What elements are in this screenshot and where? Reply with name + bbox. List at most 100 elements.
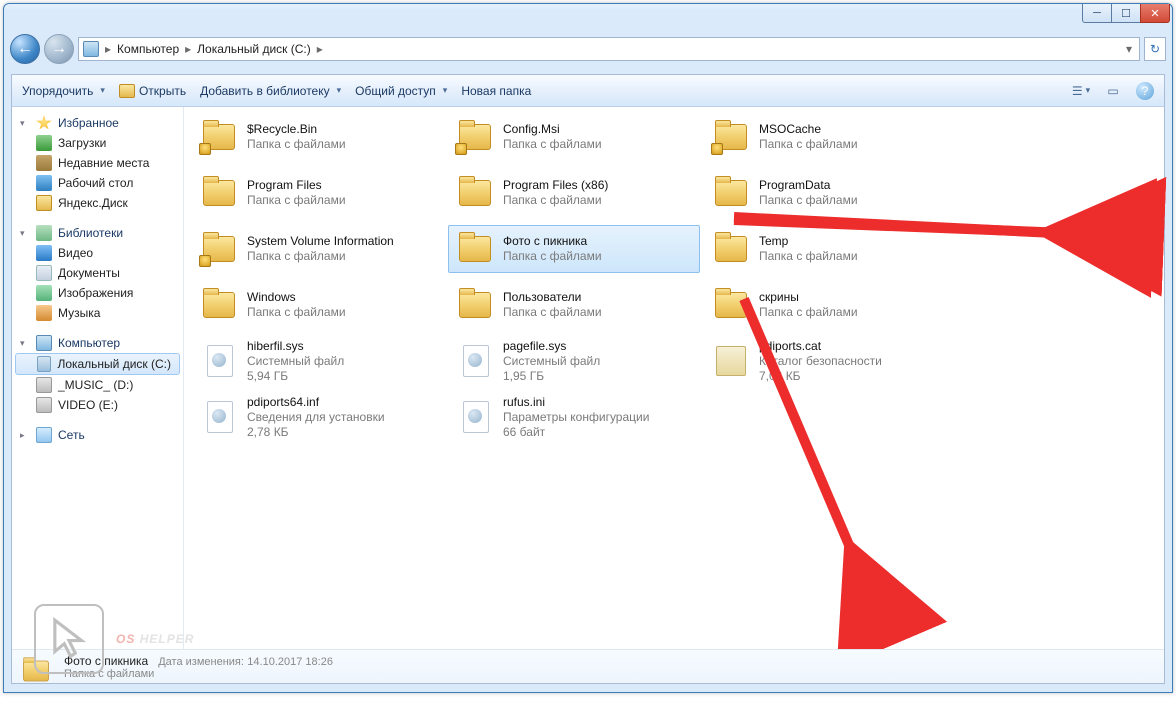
details-date: 14.10.2017 18:26 <box>247 656 333 668</box>
file-item[interactable]: pdiports64.infСведения для установки2,78… <box>192 393 444 441</box>
libraries-icon <box>36 225 52 241</box>
file-type: Папка с файлами <box>759 305 858 320</box>
computer-header[interactable]: ▾ Компьютер <box>12 333 183 353</box>
sidebar-item-yandexdisk[interactable]: Яндекс.Диск <box>12 193 183 213</box>
file-type: Папка с файлами <box>503 249 602 264</box>
file-size: 5,94 ГБ <box>247 369 344 384</box>
folder-icon <box>455 175 495 211</box>
libraries-label: Библиотеки <box>58 226 123 240</box>
file-item[interactable]: Фото с пикникаПапка с файлами <box>448 225 700 273</box>
file-type: Папка с файлами <box>247 193 346 208</box>
star-icon <box>36 115 52 131</box>
file-type: Папка с файлами <box>247 249 394 264</box>
sidebar-item-documents[interactable]: Документы <box>12 263 183 283</box>
minimize-button[interactable]: ─ <box>1082 4 1112 23</box>
file-item[interactable]: rufus.iniПараметры конфигурации66 байт <box>448 393 700 441</box>
file-type: Папка с файлами <box>247 137 346 152</box>
sidebar-item-desktop[interactable]: Рабочий стол <box>12 173 183 193</box>
nav-back-button[interactable]: ← <box>10 34 40 64</box>
file-item[interactable]: ПользователиПапка с файлами <box>448 281 700 329</box>
watermark-text: OS HELPER <box>116 632 194 646</box>
sidebar-item-downloads[interactable]: Загрузки <box>12 133 183 153</box>
system-file-icon <box>199 399 239 435</box>
network-header[interactable]: ▸ Сеть <box>12 425 183 445</box>
file-item[interactable]: pagefile.sysСистемный файл1,95 ГБ <box>448 337 700 385</box>
file-item[interactable]: ProgramDataПапка с файлами <box>704 169 956 217</box>
chevron-down-icon: ▾ <box>20 338 30 349</box>
breadcrumb-sep: ▸ <box>183 42 193 56</box>
computer-icon <box>36 335 52 351</box>
content-frame: Упорядочить Открыть Добавить в библиотек… <box>11 74 1165 684</box>
file-size: 7,06 КБ <box>759 369 882 384</box>
file-name: pdiports64.inf <box>247 395 385 410</box>
refresh-button[interactable]: ↻ <box>1144 37 1166 61</box>
file-size: 2,78 КБ <box>247 425 385 440</box>
folder-icon <box>199 175 239 211</box>
file-item[interactable]: WindowsПапка с файлами <box>192 281 444 329</box>
file-item[interactable]: Config.MsiПапка с файлами <box>448 113 700 161</box>
maximize-button[interactable]: ☐ <box>1111 4 1141 23</box>
folder-icon <box>711 287 751 323</box>
system-file-icon <box>455 399 495 435</box>
file-type: Сведения для установки <box>247 410 385 425</box>
address-dropdown-icon[interactable]: ▾ <box>1122 42 1136 56</box>
file-name: Temp <box>759 234 858 249</box>
file-name: MSOCache <box>759 122 858 137</box>
file-type: Папка с файлами <box>503 305 602 320</box>
folder-icon <box>199 287 239 323</box>
nav-forward-button[interactable]: → <box>44 34 74 64</box>
file-type: Папка с файлами <box>503 193 608 208</box>
help-button[interactable]: ? <box>1136 82 1154 100</box>
file-item[interactable]: скриныПапка с файлами <box>704 281 956 329</box>
organize-menu[interactable]: Упорядочить <box>22 84 105 98</box>
file-item[interactable]: Program Files (x86)Папка с файлами <box>448 169 700 217</box>
sidebar-item-video-e[interactable]: VIDEO (E:) <box>12 395 183 415</box>
catalog-icon <box>711 343 751 379</box>
file-size: 1,95 ГБ <box>503 369 600 384</box>
folder-icon <box>711 119 751 155</box>
file-item[interactable]: $Recycle.BinПапка с файлами <box>192 113 444 161</box>
sidebar-item-music-d[interactable]: _MUSIC_ (D:) <box>12 375 183 395</box>
folder-icon <box>199 119 239 155</box>
chevron-right-icon: ▸ <box>20 430 30 441</box>
watermark: OS HELPER <box>34 604 194 674</box>
file-item[interactable]: pdiports.catКаталог безопасности7,06 КБ <box>704 337 956 385</box>
view-options-button[interactable]: ☰ <box>1072 82 1090 100</box>
file-type: Папка с файлами <box>503 137 602 152</box>
lock-icon <box>199 255 211 267</box>
share-menu[interactable]: Общий доступ <box>355 84 447 98</box>
open-button[interactable]: Открыть <box>119 84 186 98</box>
navigation-pane: ▾ Избранное Загрузки Недавние места Рабо… <box>12 107 184 649</box>
add-to-library-menu[interactable]: Добавить в библиотеку <box>200 84 341 98</box>
folder-icon <box>711 231 751 267</box>
sidebar-item-video[interactable]: Видео <box>12 243 183 263</box>
file-item[interactable]: hiberfil.sysСистемный файл5,94 ГБ <box>192 337 444 385</box>
favorites-label: Избранное <box>58 116 119 130</box>
breadcrumb-computer[interactable]: Компьютер <box>117 42 179 56</box>
file-list[interactable]: $Recycle.BinПапка с файламиConfig.MsiПап… <box>184 107 1164 649</box>
sidebar-item-recent[interactable]: Недавние места <box>12 153 183 173</box>
file-item[interactable]: System Volume InformationПапка с файлами <box>192 225 444 273</box>
preview-pane-button[interactable]: ▭ <box>1104 82 1122 100</box>
file-name: rufus.ini <box>503 395 649 410</box>
close-button[interactable]: ✕ <box>1140 4 1170 23</box>
file-name: System Volume Information <box>247 234 394 249</box>
libraries-header[interactable]: ▾ Библиотеки <box>12 223 183 243</box>
desktop-icon <box>36 175 52 191</box>
file-name: Фото с пикника <box>503 234 602 249</box>
favorites-header[interactable]: ▾ Избранное <box>12 113 183 133</box>
chevron-down-icon: ▾ <box>20 118 30 129</box>
file-item[interactable]: TempПапка с файлами <box>704 225 956 273</box>
new-folder-button[interactable]: Новая папка <box>461 84 531 98</box>
sidebar-item-localdisk-c[interactable]: Локальный диск (C:) <box>15 353 180 375</box>
breadcrumb-localdisk[interactable]: Локальный диск (C:) <box>197 42 311 56</box>
file-item[interactable]: MSOCacheПапка с файлами <box>704 113 956 161</box>
file-name: Config.Msi <box>503 122 602 137</box>
address-bar[interactable]: ▸ Компьютер ▸ Локальный диск (C:) ▸ ▾ <box>78 37 1140 61</box>
network-icon <box>36 427 52 443</box>
breadcrumb-sep: ▸ <box>103 42 113 56</box>
folder-icon <box>199 231 239 267</box>
file-item[interactable]: Program FilesПапка с файлами <box>192 169 444 217</box>
sidebar-item-images[interactable]: Изображения <box>12 283 183 303</box>
sidebar-item-music[interactable]: Музыка <box>12 303 183 323</box>
